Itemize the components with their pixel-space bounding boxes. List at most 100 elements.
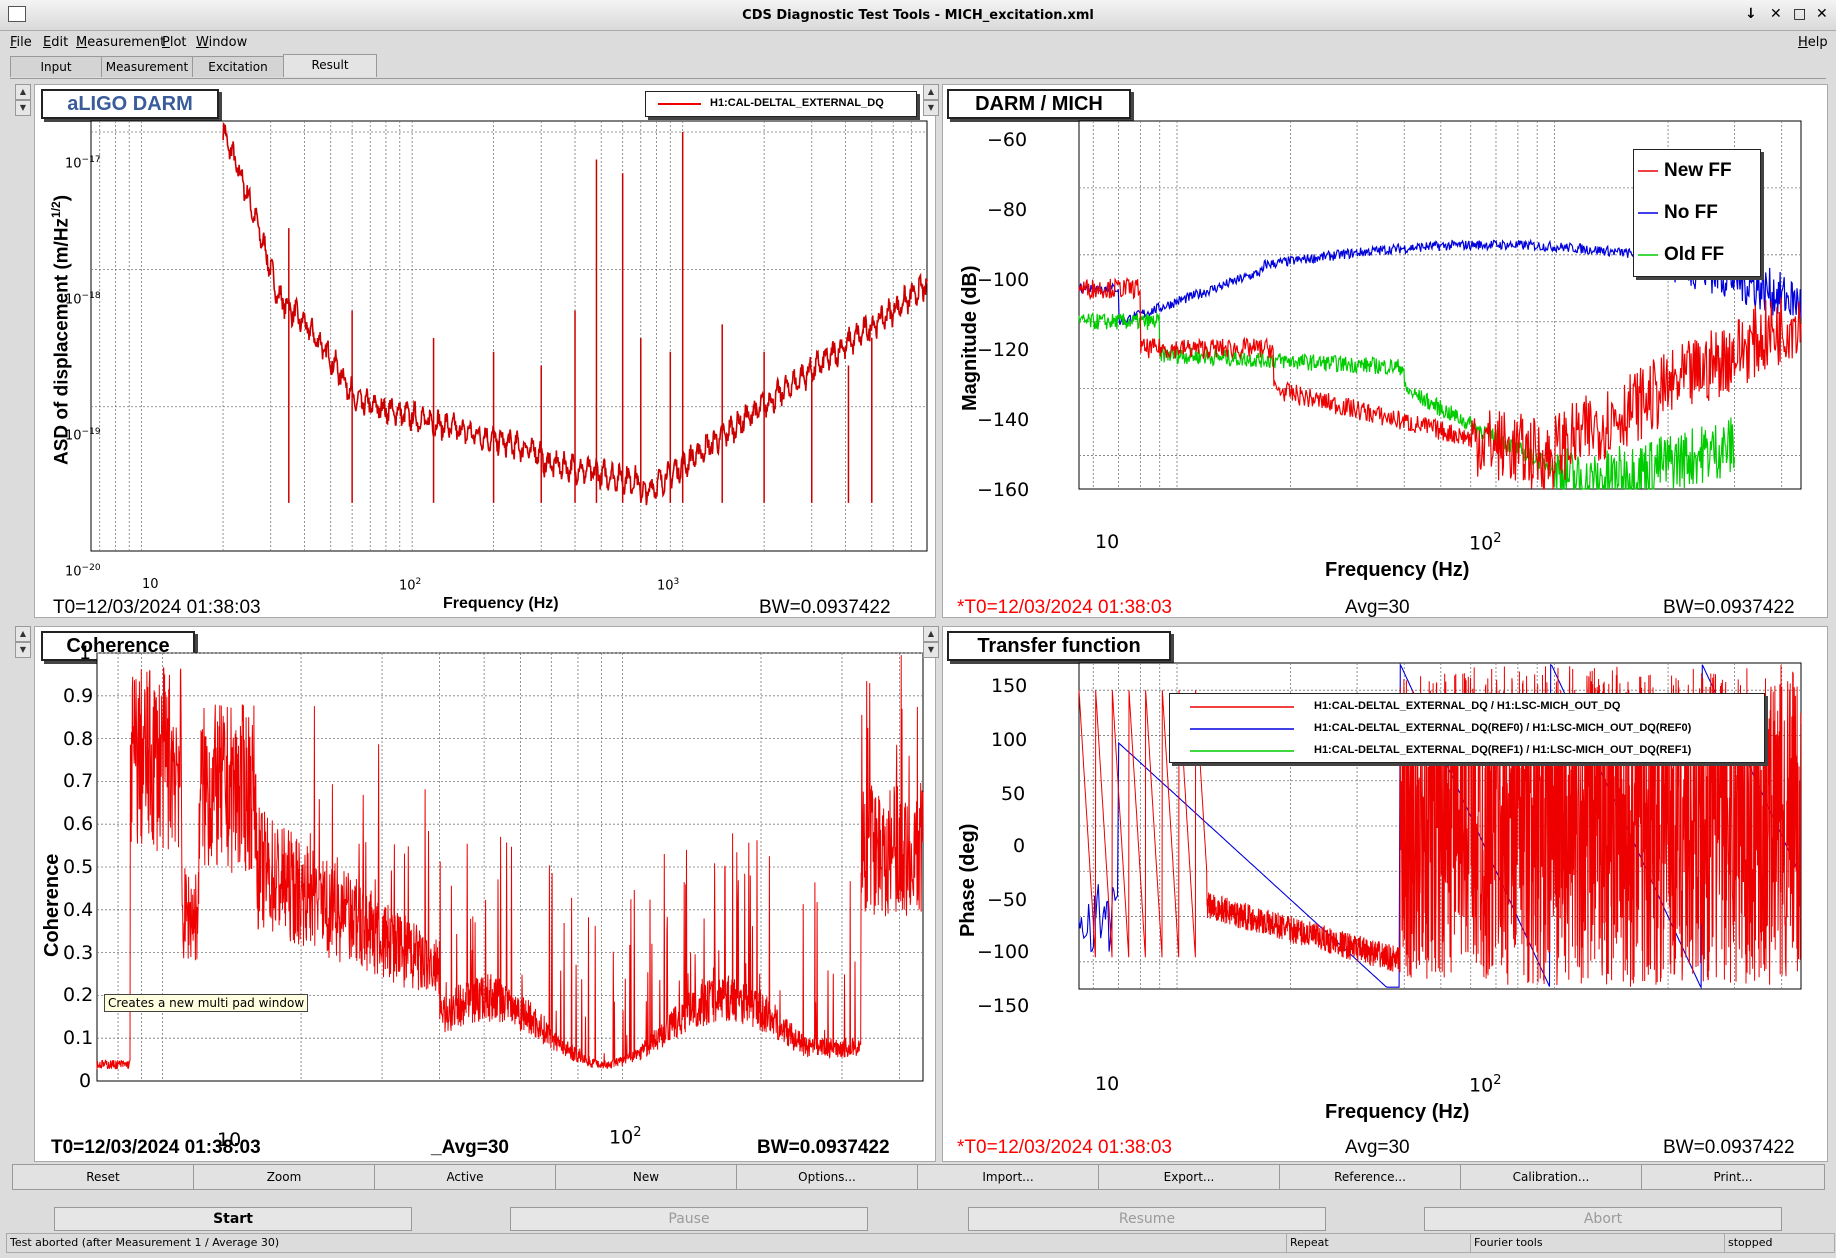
new-button[interactable]: New xyxy=(555,1164,737,1190)
menu-plot[interactable]: Plot xyxy=(162,35,187,50)
darm-ytick: 10−19 xyxy=(65,427,101,444)
ratio-ytick: −100 xyxy=(977,269,1030,291)
plot-frame xyxy=(90,120,928,552)
darm-xtick: 102 xyxy=(399,577,422,594)
ratio-xtick: 10 xyxy=(1095,531,1120,553)
print-button[interactable]: Print... xyxy=(1641,1164,1825,1190)
ratio-bw: BW=0.0937422 xyxy=(1663,597,1795,618)
coh-ytick: 0.7 xyxy=(63,770,94,793)
coh-ytick: 1 xyxy=(79,642,92,664)
menu-file[interactable]: File xyxy=(10,35,32,50)
status-repeat: Repeat xyxy=(1286,1233,1471,1253)
darm-ytick: 10−20 xyxy=(65,563,101,580)
options-button[interactable]: Options... xyxy=(736,1164,918,1190)
calibration-button[interactable]: Calibration... xyxy=(1460,1164,1642,1190)
coherence-ylabel: Coherence xyxy=(41,853,63,957)
title-bar: CDS Diagnostic Test Tools - MICH_excitat… xyxy=(0,0,1836,31)
coh-ytick: 0.4 xyxy=(63,898,94,921)
darm-xtick: 103 xyxy=(657,577,680,594)
menu-bar: File Edit Measurement Plot Window Help xyxy=(0,31,1836,53)
reference-button[interactable]: Reference... xyxy=(1279,1164,1461,1190)
darm-bw: BW=0.0937422 xyxy=(759,597,891,618)
status-tools: Fourier tools xyxy=(1470,1233,1725,1253)
legend-no-ff: No FF xyxy=(1664,202,1718,223)
tab-excitation[interactable]: Excitation xyxy=(192,56,284,77)
plot-pad-coherence[interactable]: Coherence Coherence 1 0.9 0.8 0.7 0.6 0.5 0.4 0… xyxy=(34,626,936,1162)
legend-new-ff: New FF xyxy=(1664,160,1732,181)
pad-spin-down-icon[interactable]: ▼ xyxy=(923,642,939,658)
tf-ylabel: Phase (deg) xyxy=(957,823,979,937)
tf-xtick: 10 xyxy=(1095,1073,1120,1095)
legend-old-ff: Old FF xyxy=(1664,244,1725,265)
coh-ytick: 0.5 xyxy=(63,856,94,878)
export-button[interactable]: Export... xyxy=(1098,1164,1280,1190)
darm-ytick: 10−18 xyxy=(65,291,101,308)
darm-plot-canvas xyxy=(90,120,928,552)
reset-button[interactable]: Reset xyxy=(12,1164,194,1190)
darm-xlabel: Frequency (Hz) xyxy=(443,595,559,612)
menu-help[interactable]: Help xyxy=(1798,35,1828,50)
coh-bw: BW=0.0937422 xyxy=(757,1137,890,1158)
close-icon[interactable]: ✕ xyxy=(1816,6,1828,22)
zoom-button[interactable]: Zoom xyxy=(193,1164,375,1190)
plot-pad-darm[interactable]: aLIGO DARM H1:CAL-DELTAL_EXTERNAL_DQ ASD… xyxy=(34,84,936,618)
tf-ytick: 0 xyxy=(1013,835,1026,857)
ratio-xlabel: Frequency (Hz) xyxy=(1325,559,1470,581)
tf-ytick: −100 xyxy=(977,941,1030,963)
start-button[interactable]: Start xyxy=(54,1207,412,1231)
pad-spin-up-icon[interactable]: ▲ xyxy=(15,84,31,100)
pad-spin-down-icon[interactable]: ▼ xyxy=(15,100,31,116)
menu-edit[interactable]: Edit xyxy=(43,35,68,50)
tf-avg: Avg=30 xyxy=(1345,1137,1410,1158)
pad-spin-up-icon[interactable]: ▲ xyxy=(923,84,939,100)
coh-ytick: 0.3 xyxy=(63,941,94,964)
darm-t0: T0=12/03/2024 01:38:03 xyxy=(53,597,261,618)
tf-bw: BW=0.0937422 xyxy=(1663,1137,1795,1158)
ratio-ytick: −160 xyxy=(977,479,1030,501)
ratio-t0: *T0=12/03/2024 01:38:03 xyxy=(957,597,1172,618)
darm-xtick: 10 xyxy=(142,577,159,592)
legend-tf-item: H1:CAL-DELTAL_EXTERNAL_DQ(REF0) / H1:LSC… xyxy=(1314,722,1692,734)
coherence-plot-canvas xyxy=(96,652,924,1082)
plot-pad-darm-mich[interactable]: DARM / MICH New FF No FF Old FF Magnitud… xyxy=(942,84,1828,618)
status-message: Test aborted (after Measurement 1 / Aver… xyxy=(6,1233,1287,1253)
import-button[interactable]: Import... xyxy=(917,1164,1099,1190)
tf-ytick: −150 xyxy=(977,995,1030,1017)
pad-spin-down-icon[interactable]: ▼ xyxy=(15,642,31,658)
tf-ytick: 150 xyxy=(991,675,1028,697)
coh-ytick: 0.9 xyxy=(63,684,94,707)
tab-input[interactable]: Input xyxy=(10,56,102,77)
coh-ytick: 0 xyxy=(79,1070,92,1092)
abort-button[interactable]: Abort xyxy=(1424,1207,1782,1231)
tf-ytick: 100 xyxy=(991,729,1028,751)
menu-window[interactable]: Window xyxy=(196,35,247,50)
maximize-icon[interactable]: □ xyxy=(1793,6,1806,22)
coh-ytick: 0.2 xyxy=(63,984,94,1007)
coh-ytick: 0.1 xyxy=(63,1027,94,1050)
darm-ylabel: ASD of displacement (m/Hz1/2) xyxy=(49,194,73,465)
plot-pad-transfer-function[interactable]: Transfer function H1:CAL-DELTAL_EXTERNAL… xyxy=(942,626,1828,1162)
pad-spin-up-icon[interactable]: ▲ xyxy=(15,626,31,642)
coh-xtick: 102 xyxy=(609,1125,642,1149)
pad-spin-down-icon[interactable]: ▼ xyxy=(923,100,939,116)
resume-button[interactable]: Resume xyxy=(968,1207,1326,1231)
tab-measurement[interactable]: Measurement xyxy=(101,56,193,77)
ratio-xtick: 102 xyxy=(1469,531,1502,555)
darm-ytick: 10−17 xyxy=(65,155,101,172)
tab-result[interactable]: Result xyxy=(283,54,377,77)
pad-spin-up-icon[interactable]: ▲ xyxy=(923,626,939,642)
pause-button[interactable]: Pause xyxy=(510,1207,868,1231)
ratio-ytick: −140 xyxy=(977,409,1030,431)
tf-xtick: 102 xyxy=(1469,1073,1502,1097)
menu-measurement[interactable]: Measurement xyxy=(76,35,165,50)
window-title: CDS Diagnostic Test Tools - MICH_excitat… xyxy=(742,8,1094,23)
tab-divider xyxy=(10,78,1826,79)
legend-tf-item: H1:CAL-DELTAL_EXTERNAL_DQ / H1:LSC-MICH_… xyxy=(1314,700,1621,712)
active-button[interactable]: Active xyxy=(374,1164,556,1190)
tf-ytick: 50 xyxy=(1001,783,1026,805)
minimize-icon[interactable]: ↓ xyxy=(1745,6,1757,22)
legend-tf-item: H1:CAL-DELTAL_EXTERNAL_DQ(REF1) / H1:LSC… xyxy=(1314,744,1692,756)
shade-icon[interactable]: ✕ xyxy=(1770,6,1782,22)
legend-tf: H1:CAL-DELTAL_EXTERNAL_DQ / H1:LSC-MICH_… xyxy=(1169,693,1765,763)
tf-ytick: −50 xyxy=(987,889,1028,911)
